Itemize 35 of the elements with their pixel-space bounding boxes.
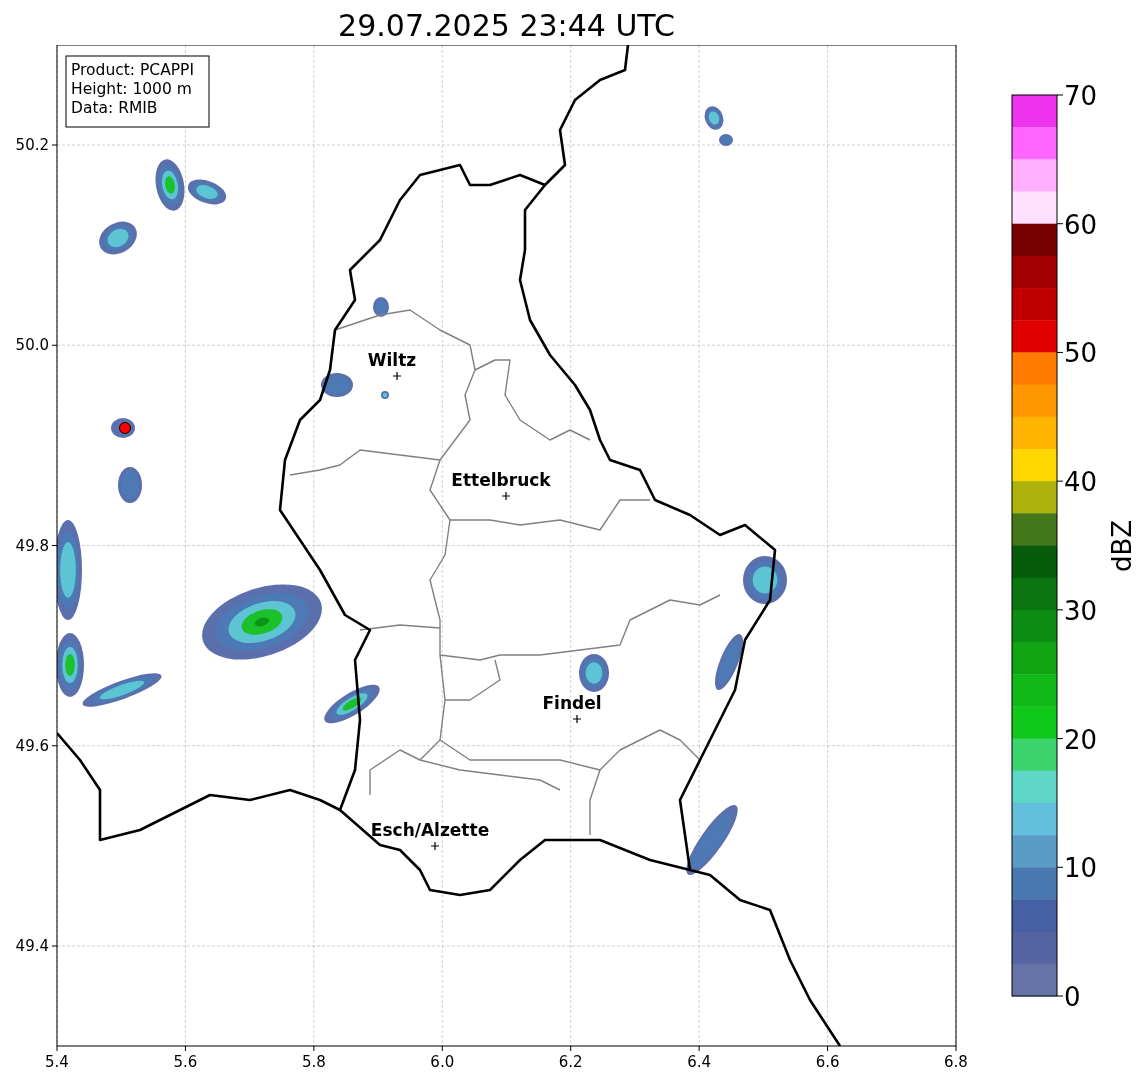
colorbar-tick-label: 50 (1064, 338, 1098, 369)
axis-tick-label: 5.6 (173, 1053, 198, 1071)
chart-title: 29.07.2025 23:44 UTC (337, 7, 676, 45)
colorbar-label: dBZ (1107, 519, 1137, 573)
axis-tick-label: 6.8 (944, 1053, 968, 1071)
axis-tick-label: 5.4 (45, 1053, 69, 1071)
radar-site-icon (119, 422, 131, 434)
info-text: Data: RMIB (71, 99, 158, 117)
colorbar-tick-label: 0 (1064, 982, 1081, 1012)
city-label: Ettelbruck (451, 470, 551, 490)
axis-tick-label: 6.0 (430, 1053, 455, 1071)
axis-tick-label: 6.2 (558, 1053, 583, 1071)
city-label: Esch/Alzette (370, 820, 490, 840)
axis-tick-label: 6.6 (815, 1053, 840, 1071)
city-label: Wiltz (367, 350, 417, 370)
axis-tick-label: 6.4 (687, 1053, 712, 1071)
city-label: Findel (542, 693, 602, 713)
colorbar-tick-label: 40 (1064, 467, 1098, 498)
city-marker-icon (430, 841, 440, 851)
colorbar-tick-label: 20 (1064, 724, 1098, 755)
colorbar-tick-label: 60 (1064, 209, 1098, 240)
colorbar-tick-label: 70 (1064, 81, 1098, 111)
axis-tick-label: 49.6 (15, 736, 49, 755)
info-text: Product: PCAPPI (71, 61, 195, 79)
city-marker-icon (392, 371, 402, 381)
axis-tick-label: 5.8 (301, 1053, 326, 1071)
city-marker-icon (572, 714, 582, 724)
city-marker-icon (501, 491, 511, 501)
info-text: Height: 1000 m (71, 80, 192, 98)
colorbar-tick-label: 30 (1064, 595, 1098, 626)
axis-tick-label: 49.8 (15, 536, 49, 555)
axis-tick-label: 49.4 (15, 937, 49, 955)
axis-tick-label: 50.2 (15, 136, 49, 154)
colorbar-tick-label: 10 (1064, 853, 1098, 884)
axis-tick-label: 50.0 (15, 336, 49, 355)
